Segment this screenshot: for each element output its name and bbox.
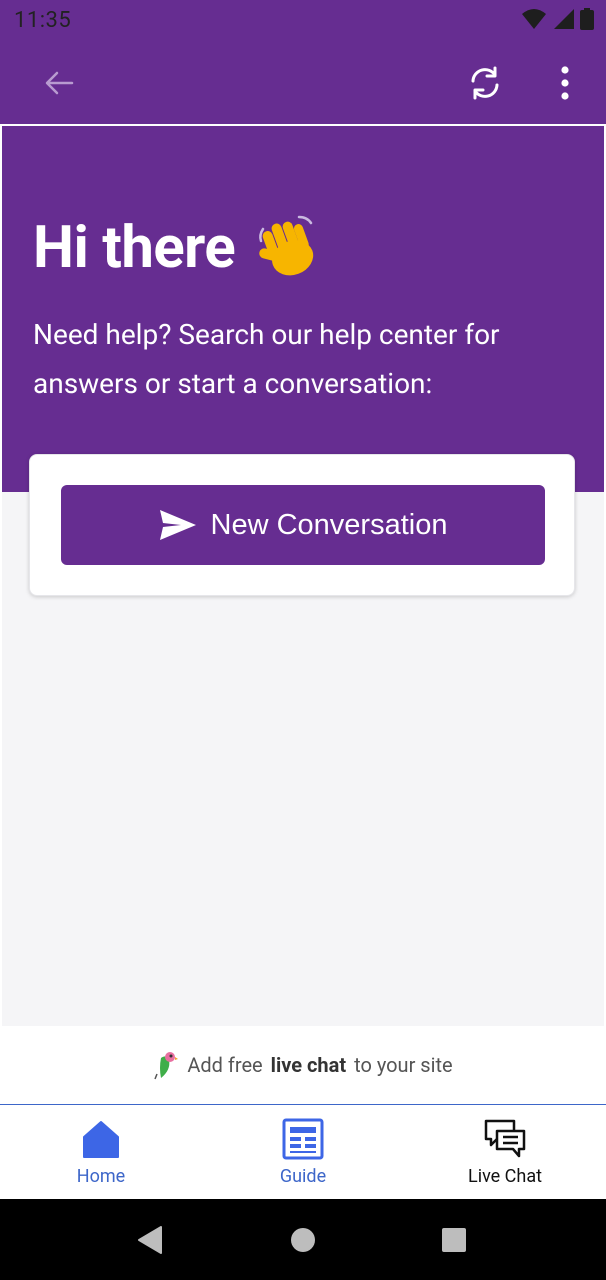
refresh-icon <box>471 66 499 100</box>
triangle-back-icon <box>138 1225 162 1254</box>
home-icon <box>83 1121 119 1158</box>
greeting-subtitle: Need help? Search our help center for an… <box>33 318 500 400</box>
chat-icon <box>484 1119 526 1158</box>
refresh-button[interactable] <box>450 42 520 124</box>
send-icon <box>159 510 196 540</box>
status-icons <box>522 8 594 30</box>
hero-section: Hi there Need help? Search our help cent… <box>2 126 604 492</box>
new-conversation-button[interactable]: New Conversation <box>61 485 545 565</box>
system-nav-bar <box>0 1199 606 1280</box>
conversation-card: New Conversation <box>29 454 575 596</box>
promo-suffix: to your site <box>354 1053 453 1077</box>
system-back-button[interactable] <box>110 1199 190 1280</box>
square-recents-icon <box>442 1227 466 1252</box>
tab-home[interactable]: Home <box>0 1105 202 1199</box>
parrot-logo-icon <box>154 1052 179 1080</box>
wifi-icon <box>522 9 546 29</box>
guide-icon <box>282 1118 324 1160</box>
more-options-button[interactable] <box>530 42 600 124</box>
circle-home-icon <box>291 1227 315 1252</box>
bottom-tab-bar: Home Guide Live Chat <box>0 1104 606 1199</box>
tab-guide-label: Guide <box>279 1166 327 1187</box>
new-conversation-label: New Conversation <box>210 508 448 541</box>
app-bar <box>0 42 606 124</box>
waving-hand-icon <box>259 215 314 276</box>
more-vertical-icon <box>561 66 569 100</box>
system-home-button[interactable] <box>263 1199 343 1280</box>
back-arrow-icon <box>45 71 74 95</box>
battery-icon <box>580 8 594 30</box>
back-button[interactable] <box>24 42 94 124</box>
promo-prefix: Add free <box>187 1053 263 1077</box>
signal-icon <box>554 9 574 29</box>
promo-highlight: live chat <box>270 1053 347 1077</box>
status-bar: 11:35 <box>0 0 606 42</box>
tab-home-label: Home <box>76 1166 126 1187</box>
system-recents-button[interactable] <box>414 1199 494 1280</box>
promo-banner[interactable]: Add free live chat to your site <box>2 1026 604 1104</box>
tab-guide[interactable]: Guide <box>202 1105 404 1199</box>
status-time: 11:35 <box>14 8 72 33</box>
tab-live-chat[interactable]: Live Chat <box>404 1105 606 1199</box>
greeting-title: Hi there <box>33 214 321 282</box>
greeting-text: Hi there <box>33 214 236 282</box>
tab-live-chat-label: Live Chat <box>468 1166 542 1187</box>
